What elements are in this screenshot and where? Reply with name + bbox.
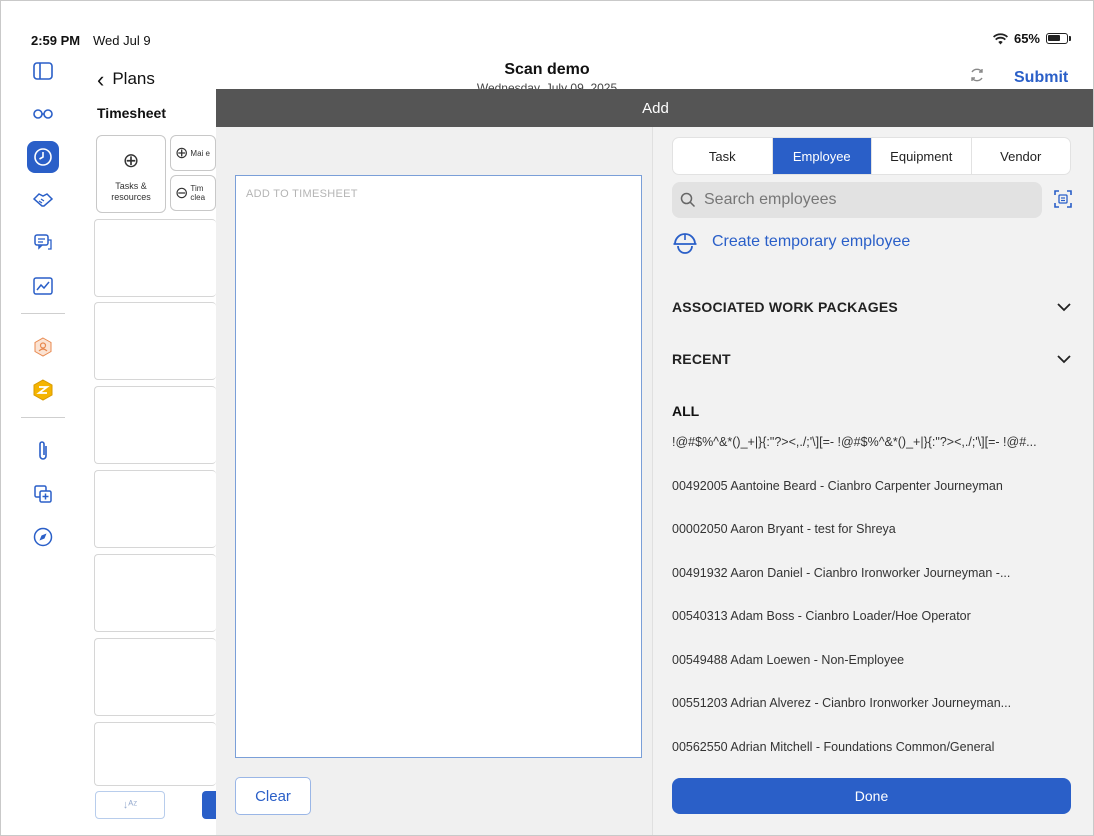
section-associated-work-packages[interactable]: ASSOCIATED WORK PACKAGES (672, 299, 1071, 315)
list-item[interactable]: 00492005 Aantoine Beard - Cianbro Carpen… (672, 479, 1071, 523)
user-badge-icon[interactable] (27, 331, 59, 363)
wifi-icon (992, 32, 1008, 44)
status-date: Wed Jul 9 (93, 33, 151, 48)
add-layer-icon[interactable] (27, 478, 59, 510)
modal-title: Add (642, 99, 669, 117)
scan-badge-icon[interactable] (1053, 189, 1073, 214)
rail-divider (21, 313, 65, 314)
list-item[interactable]: 00549488 Adam Loewen - Non-Employee (672, 653, 1071, 697)
primary-button-stub[interactable] (202, 791, 216, 819)
timesheet-label: Timesheet (97, 105, 166, 121)
tab-employee[interactable]: Employee (772, 138, 872, 174)
modal-title-bar: Add (216, 89, 1093, 127)
chevron-down-icon (1057, 302, 1071, 311)
compass-icon[interactable] (27, 521, 59, 553)
sort-az-icon: ↓ᴬᶻ (122, 799, 138, 811)
mini-card-add-label: Mai e (190, 148, 210, 158)
hard-hat-icon (673, 233, 697, 254)
mini-card-remove-label: Tim clea (190, 184, 206, 202)
page-title: Scan demo (504, 61, 590, 78)
hex-logo-icon[interactable] (27, 374, 59, 406)
timesheet-row[interactable] (94, 638, 216, 716)
add-modal: Add ADD TO TIMESHEET Clear Task Employee… (216, 89, 1093, 835)
battery-icon (1046, 33, 1068, 44)
drop-placeholder: ADD TO TIMESHEET (246, 188, 358, 200)
list-item[interactable]: 00551203 Adrian Alverez - Cianbro Ironwo… (672, 696, 1071, 740)
section-recent-label: RECENT (672, 351, 731, 367)
section-associated-label: ASSOCIATED WORK PACKAGES (672, 299, 898, 315)
remove-circle-icon: ⊖ (175, 185, 189, 202)
type-segmented-control: Task Employee Equipment Vendor (672, 137, 1071, 175)
chevron-down-icon (1057, 354, 1071, 363)
add-circle-icon: ⊕ (122, 150, 140, 172)
paperclip-icon[interactable] (27, 435, 59, 467)
page-subtitle: Wednesday, July 09, 2025 (476, 81, 618, 89)
app-frame: 2:59 PM Wed Jul 9 65% ‹ Plans Scan demo … (0, 0, 1094, 836)
done-button[interactable]: Done (672, 778, 1071, 814)
section-recent[interactable]: RECENT (672, 351, 1071, 367)
timesheet-row[interactable] (94, 302, 216, 380)
side-rail (21, 55, 65, 564)
list-item[interactable]: 00002050 Aaron Bryant - test for Shreya (672, 522, 1071, 566)
create-temporary-employee-button[interactable]: Create temporary employee (672, 229, 910, 255)
add-to-timesheet-pane: ADD TO TIMESHEET Clear (216, 127, 653, 835)
search-bar (672, 182, 1042, 218)
timesheet-row[interactable] (94, 722, 216, 786)
add-to-timesheet-drop-area[interactable]: ADD TO TIMESHEET (235, 175, 642, 758)
mini-card-add[interactable]: ⊕ Mai e (170, 135, 216, 171)
chart-icon[interactable] (27, 270, 59, 302)
mini-card-remove[interactable]: ⊖ Tim clea (170, 175, 216, 211)
tab-vendor[interactable]: Vendor (972, 138, 1071, 174)
handshake-icon[interactable] (27, 184, 59, 216)
timesheet-row[interactable] (94, 219, 216, 297)
tasks-resources-card[interactable]: ⊕ Tasks & resources (96, 135, 166, 213)
timesheet-row[interactable] (94, 554, 216, 632)
chat-icon[interactable] (27, 227, 59, 259)
selection-pane: Task Employee Equipment Vendor Create te… (653, 127, 1093, 835)
battery-tip (1069, 36, 1071, 41)
add-circle-icon: ⊕ (175, 145, 189, 162)
sync-icon[interactable] (969, 67, 985, 88)
glasses-icon[interactable] (27, 98, 59, 130)
status-bar: 2:59 PM Wed Jul 9 65% (1, 1, 1093, 48)
timesheet-row[interactable] (94, 386, 216, 464)
create-temp-label: Create temporary employee (712, 233, 911, 250)
tasks-resources-label: Tasks & resources (111, 181, 151, 202)
clock-icon[interactable] (27, 141, 59, 173)
search-input[interactable] (704, 191, 1024, 209)
list-item[interactable]: 00491932 Aaron Daniel - Cianbro Ironwork… (672, 566, 1071, 610)
submit-button[interactable]: Submit (1014, 69, 1068, 87)
status-time: 2:59 PM (31, 33, 81, 48)
clear-button[interactable]: Clear (235, 777, 311, 815)
tab-equipment[interactable]: Equipment (872, 138, 972, 174)
list-item[interactable]: 00540313 Adam Boss - Cianbro Loader/Hoe … (672, 609, 1071, 653)
section-all-label: ALL (672, 403, 700, 419)
status-right: 65% (992, 31, 1071, 46)
search-icon (680, 192, 696, 208)
list-item[interactable]: !@#$%^&*()_+|}{:"?><,./;'\][=- !@#$%^&*(… (672, 435, 1071, 479)
battery-percent: 65% (1013, 31, 1040, 46)
employee-list: !@#$%^&*()_+|}{:"?><,./;'\][=- !@#$%^&*(… (672, 435, 1071, 775)
rail-divider-2 (21, 417, 65, 418)
sort-button[interactable]: ↓ᴬᶻ (95, 791, 165, 819)
list-item[interactable]: 00562550 Adrian Mitchell - Foundations C… (672, 740, 1071, 776)
timesheet-row[interactable] (94, 470, 216, 548)
tab-task[interactable]: Task (673, 138, 773, 174)
